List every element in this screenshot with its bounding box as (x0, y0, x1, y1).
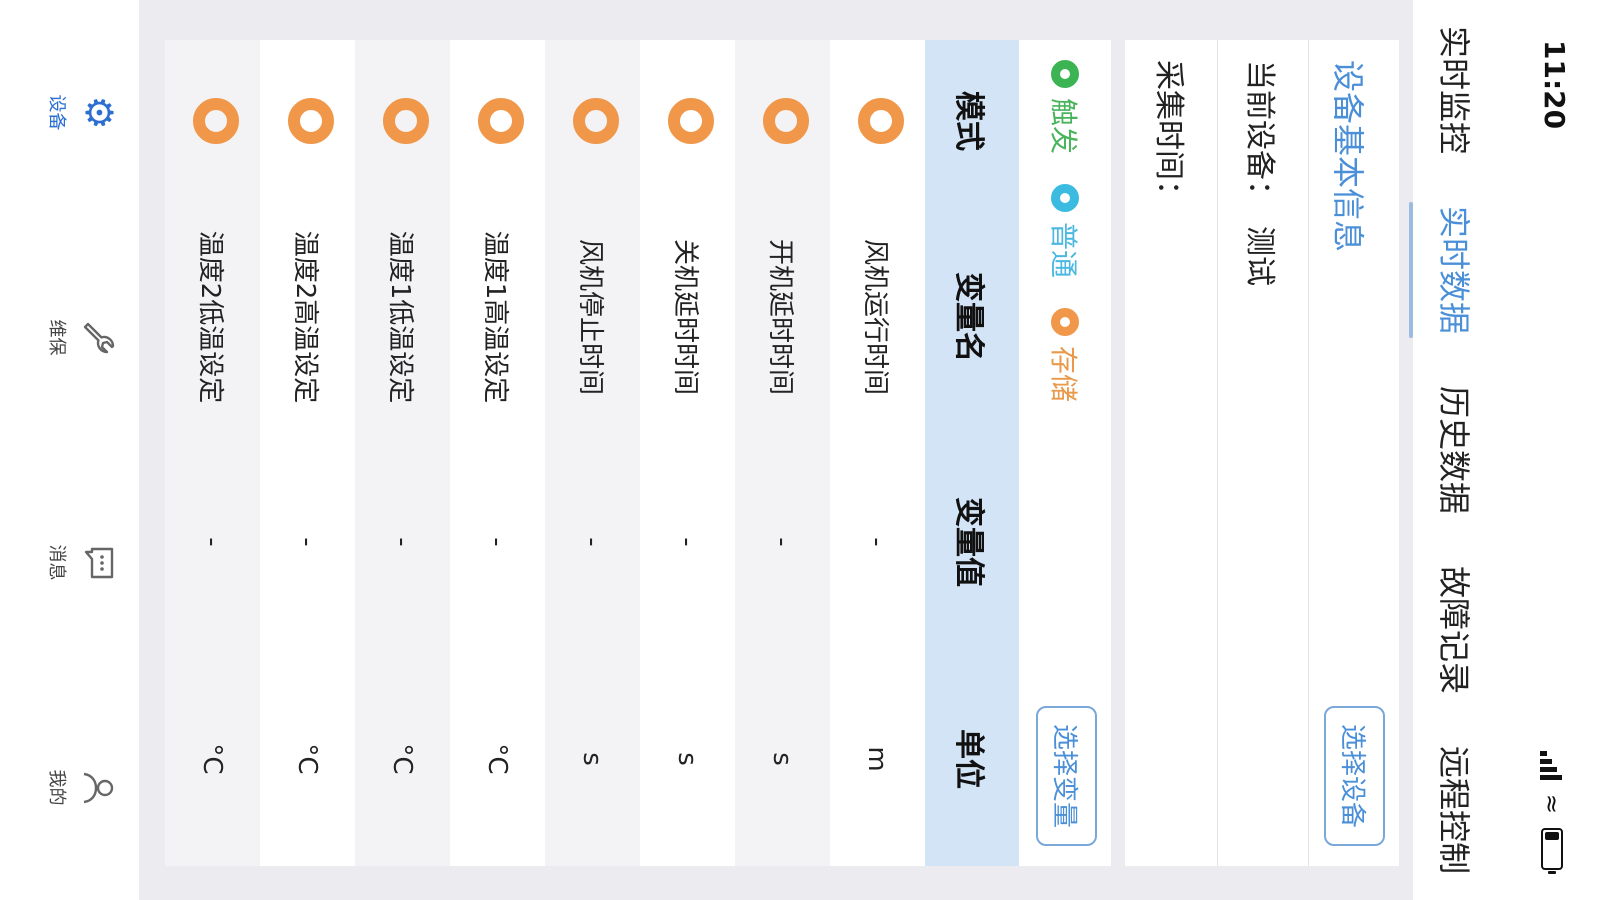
collect-time-row: 采集时间： (1127, 40, 1217, 866)
gear-icon: ⚙ (77, 95, 121, 130)
variable-unit-cell: °C (450, 652, 545, 866)
signal-icon (1540, 750, 1564, 780)
mode-cell (545, 40, 640, 202)
variable-name-cell: 风机停止时间 (545, 202, 640, 432)
header-value: 变量值 (925, 432, 1019, 652)
variable-name-cell: 风机运行时间 (830, 202, 925, 432)
device-info-header: 设备基本信息 选择设备 (1308, 40, 1399, 866)
mode-cell (830, 40, 925, 202)
current-device-label: 当前设备： (1242, 60, 1277, 210)
table-row[interactable]: 温度2高温设定 - °C (260, 40, 355, 866)
table-row[interactable]: 温度2低温设定 - °C (165, 40, 260, 866)
bottom-nav: ⚙ 设备 维保 消息 我的 (0, 0, 139, 900)
variable-value-cell: - (640, 432, 735, 652)
device-info-title: 设备基本信息 (1329, 60, 1367, 253)
mode-ring-icon (478, 98, 524, 144)
table-header-row: 模式 变量名 变量值 单位 (925, 40, 1019, 866)
tab-history-data[interactable]: 历史数据 (1433, 382, 1479, 518)
collect-time-label: 采集时间： (1151, 60, 1186, 210)
mode-ring-icon (383, 98, 429, 144)
table-row[interactable]: 风机运行时间 - m (830, 40, 925, 866)
nav-messages[interactable]: 消息 (45, 541, 121, 585)
variable-name-cell: 温度2高温设定 (260, 202, 355, 432)
variable-unit-cell: s (640, 652, 735, 866)
legend-storage: 存储 (1045, 308, 1085, 402)
tab-remote-control[interactable]: 远程控制 (1433, 742, 1479, 878)
table-row[interactable]: 关机延时时间 - s (640, 40, 735, 866)
storage-ring-icon (1051, 308, 1079, 337)
mode-ring-icon (763, 98, 809, 144)
tab-fault-records[interactable]: 故障记录 (1433, 562, 1479, 698)
variables-card: 触发 普通 存储 选择变量 模式 变量名 变量值 单位 风机运行时间 - m 开… (165, 40, 1111, 866)
current-device-value: 测试 (1242, 226, 1277, 286)
nav-mine[interactable]: 我的 (45, 766, 121, 810)
legend-normal: 普通 (1045, 184, 1085, 278)
variable-value-cell: - (355, 432, 450, 652)
mode-cell (735, 40, 830, 202)
variable-name-cell: 温度1高温设定 (450, 202, 545, 432)
variable-value-cell: - (545, 432, 640, 652)
table-row[interactable]: 风机停止时间 - s (545, 40, 640, 866)
variable-unit-cell: °C (165, 652, 260, 866)
mode-cell (165, 40, 260, 202)
device-info-card: 设备基本信息 选择设备 当前设备： 测试 采集时间： (1125, 40, 1399, 866)
variable-unit-cell: °C (260, 652, 355, 866)
mode-cell (355, 40, 450, 202)
variable-value-cell: - (260, 432, 355, 652)
mode-ring-icon (668, 98, 714, 144)
current-device-row: 当前设备： 测试 (1217, 40, 1308, 866)
select-variable-button[interactable]: 选择变量 (1036, 705, 1097, 846)
status-bar: 11:20 ≈ (1499, 0, 1599, 900)
wrench-icon (77, 316, 121, 360)
status-time: 11:20 (1538, 40, 1571, 130)
table-row[interactable]: 开机延时时间 - s (735, 40, 830, 866)
variable-value-cell: - (450, 432, 545, 652)
variable-value-cell: - (830, 432, 925, 652)
mode-legend: 触发 普通 存储 选择变量 (1019, 40, 1111, 866)
variable-unit-cell: m (830, 652, 925, 866)
status-icons: ≈ (1537, 750, 1567, 870)
header-mode: 模式 (925, 40, 1019, 202)
mode-ring-icon (193, 98, 239, 144)
tab-bar: 实时监控 实时数据 历史数据 故障记录 远程控制 (1413, 0, 1499, 900)
tab-realtime-monitor[interactable]: 实时监控 (1433, 22, 1479, 158)
tab-realtime-data[interactable]: 实时数据 (1433, 202, 1479, 338)
variable-name-cell: 温度2低温设定 (165, 202, 260, 432)
nav-maintenance[interactable]: 维保 (45, 316, 121, 360)
mode-ring-icon (858, 98, 904, 144)
mode-ring-icon (288, 98, 334, 144)
nav-device[interactable]: ⚙ 设备 (45, 91, 121, 135)
mode-cell (450, 40, 545, 202)
mode-ring-icon (573, 98, 619, 144)
user-icon (77, 766, 121, 810)
table-row[interactable]: 温度1高温设定 - °C (450, 40, 545, 866)
variable-unit-cell: s (545, 652, 640, 866)
variable-unit-cell: s (735, 652, 830, 866)
variables-table: 模式 变量名 变量值 单位 风机运行时间 - m 开机延时时间 - s 关机延时时间 - s 风机… (165, 40, 1019, 866)
wifi-icon: ≈ (1538, 793, 1566, 814)
variable-unit-cell: °C (355, 652, 450, 866)
table-row[interactable]: 温度1低温设定 - °C (355, 40, 450, 866)
legend-trigger: 触发 (1045, 60, 1085, 154)
variable-name-cell: 开机延时时间 (735, 202, 830, 432)
variable-name-cell: 关机延时时间 (640, 202, 735, 432)
variable-value-cell: - (165, 432, 260, 652)
select-device-button[interactable]: 选择设备 (1324, 705, 1385, 846)
message-icon (77, 541, 121, 585)
variable-value-cell: - (735, 432, 830, 652)
header-unit: 单位 (925, 652, 1019, 866)
variable-name-cell: 温度1低温设定 (355, 202, 450, 432)
trigger-ring-icon (1051, 60, 1079, 88)
battery-icon (1541, 828, 1563, 870)
mode-cell (640, 40, 735, 202)
phone-screen: 11:20 ≈ 实时监控 实时数据 历史数据 故障记录 远程控制 设备基本信息 … (0, 0, 1599, 900)
header-name: 变量名 (925, 202, 1019, 432)
mode-cell (260, 40, 355, 202)
normal-ring-icon (1051, 184, 1079, 213)
